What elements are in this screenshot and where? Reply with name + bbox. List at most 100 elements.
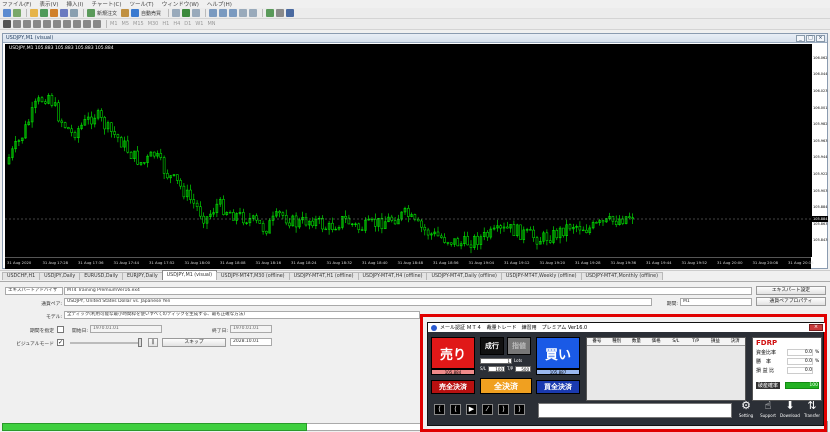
time-axis[interactable]: 31 Aug 2020 31 Aug 17:28 31 Aug 17:36 31 Au… [5, 257, 814, 269]
chart-titlebar[interactable]: USDJPY,M1 (visual) _ □ × [3, 34, 827, 43]
maximize-icon[interactable]: □ [806, 34, 815, 42]
support-icon-button[interactable]: ☝ Support [758, 399, 778, 423]
terminal-icon[interactable] [60, 9, 68, 17]
autoscroll-icon[interactable] [239, 9, 248, 17]
candle-chart-icon[interactable] [182, 9, 191, 17]
new-chart-icon[interactable] [3, 9, 11, 17]
period-mn[interactable]: MN [207, 21, 215, 27]
tp-field[interactable]: 500 [515, 366, 531, 372]
text-icon[interactable] [73, 20, 81, 28]
data-window-icon[interactable] [40, 9, 48, 17]
panel-close-icon[interactable]: × [809, 324, 823, 331]
to-date-field[interactable]: 1970.01.01 [230, 325, 272, 333]
menu-item[interactable]: ウィンドウ(W) [162, 0, 199, 8]
meta-editor-icon[interactable] [121, 9, 130, 17]
period-m30[interactable]: M30 [148, 21, 159, 27]
menu-item[interactable]: 挿入(I) [67, 0, 84, 8]
close-all-sell-button[interactable]: 売全決済 [431, 380, 475, 394]
use-date-checkbox[interactable] [57, 326, 64, 333]
new-order-icon[interactable] [87, 9, 95, 17]
trendline-icon[interactable] [43, 20, 51, 28]
auto-trade-button[interactable]: 自動売買 [141, 10, 161, 17]
indicators-icon[interactable] [266, 9, 275, 17]
chart-tab[interactable]: USDJPY-MT4T,Daily (offline) [426, 272, 502, 280]
sell-button[interactable]: 売り [431, 337, 475, 369]
market-order-button[interactable]: 成行 [480, 337, 504, 355]
menu-item[interactable]: 表示(V) [39, 0, 58, 8]
periods-icon[interactable] [276, 9, 285, 17]
line-chart-icon[interactable] [192, 9, 201, 17]
period-m1[interactable]: M1 [110, 21, 118, 27]
navigator-icon[interactable] [50, 9, 58, 17]
lots-field[interactable]: 1 [480, 358, 512, 364]
speed-slider-handle[interactable] [138, 338, 142, 347]
close-icon[interactable]: × [816, 34, 825, 42]
chart-tab[interactable]: USDJPY,M1 (visual) [161, 270, 218, 280]
chart-tab[interactable]: USDCHF,H1 [2, 272, 41, 280]
from-date-field[interactable]: 1970.01.01 [90, 325, 162, 333]
message-box[interactable] [538, 403, 732, 418]
zoom-out-icon[interactable] [219, 9, 228, 17]
period-m15[interactable]: M15 [133, 21, 144, 27]
symbol-properties-button[interactable]: 通貨ペアプロパティ [756, 297, 826, 306]
limit-order-button[interactable]: 指値 [507, 337, 531, 355]
menu-item[interactable]: チャート(C) [91, 0, 121, 8]
cursor-icon[interactable] [3, 20, 11, 28]
horizontal-line-icon[interactable] [33, 20, 41, 28]
fibonacci-icon[interactable] [63, 20, 71, 28]
model-select[interactable]: 全ティック(利用可能な最小時間枠を使いすべてのティックを生成する、最も正確な方法… [64, 311, 420, 319]
period-m5[interactable]: M5 [122, 21, 130, 27]
tile-windows-icon[interactable] [229, 9, 238, 17]
nav-button[interactable]: ⟨ [450, 404, 461, 415]
minimize-icon[interactable]: _ [796, 34, 805, 42]
download-icon-button[interactable]: ⬇ Download [780, 399, 800, 423]
chart-plot-area[interactable]: USDJPY,M1 105.883 105.883 105.883 105.88… [5, 44, 811, 257]
nav-button[interactable]: ▶ [466, 404, 477, 415]
chart-tab[interactable]: USDJPY-MT4T,H1 (offline) [288, 272, 359, 280]
new-order-button[interactable]: 新規注文 [97, 10, 117, 17]
menu-item[interactable]: ツール(T) [130, 0, 154, 8]
crosshair-icon[interactable] [13, 20, 21, 28]
ea-type-select[interactable]: エキスパートアドバイザ [5, 287, 63, 295]
panel-titlebar[interactable]: メール認証 ＭＴ４ 裁量トレード 練習用 プレミアム Ver16.0 × [428, 323, 825, 332]
chart-tab[interactable]: EURJPY,Daily [122, 272, 163, 280]
tester-icon[interactable] [70, 9, 78, 17]
bar-chart-icon[interactable] [172, 9, 181, 17]
speed-slider-track[interactable] [70, 342, 142, 344]
market-watch-icon[interactable] [30, 9, 38, 17]
close-all-buy-button[interactable]: 買全決済 [536, 380, 580, 394]
visual-mode-checkbox[interactable]: ✓ [57, 339, 64, 346]
menu-item[interactable]: ファイル(F) [2, 0, 31, 8]
chart-tab[interactable]: USDJPY-MT4T,M30 (offline) [216, 272, 290, 280]
nav-button[interactable]: ⁄ [482, 404, 493, 415]
symbol-select[interactable]: USDJPY, United States Dollar vs. Japanes… [64, 298, 652, 306]
chart-tab[interactable]: USDJPY-MT4T,Monthly (offline) [580, 272, 663, 280]
chart-tab[interactable]: USDJPY,Daily [39, 272, 81, 280]
zoom-in-icon[interactable] [209, 9, 218, 17]
buy-button[interactable]: 買い [536, 337, 580, 369]
setting-icon-button[interactable]: ⚙ Setting [736, 399, 756, 423]
sl-field[interactable]: 100 [488, 366, 505, 372]
nav-button[interactable]: ⟩ [514, 404, 525, 415]
chart-tab[interactable]: EURUSD,Daily [79, 272, 123, 280]
nav-button[interactable]: ⟩ [498, 404, 509, 415]
close-all-button[interactable]: 全決済 [480, 378, 532, 394]
vertical-line-icon[interactable] [23, 20, 31, 28]
ea-name-select[interactable]: MT4 Training PremiumVer16.ex4 [64, 287, 752, 295]
period-h1[interactable]: H1 [162, 21, 169, 27]
price-axis[interactable]: 106.062 106.044 106.023 106.001 105.982 105.9… [811, 44, 828, 257]
label-icon[interactable] [83, 20, 91, 28]
skip-button[interactable]: スキップ [162, 338, 226, 347]
pause-button[interactable]: || [148, 338, 158, 347]
chart-shift-icon[interactable] [249, 9, 258, 17]
auto-trade-icon[interactable] [131, 9, 140, 17]
period-select[interactable]: M1 [680, 298, 752, 306]
period-d1[interactable]: D1 [184, 21, 191, 27]
nav-button[interactable]: ⟨ [434, 404, 445, 415]
period-h4[interactable]: H4 [173, 21, 180, 27]
templates-icon[interactable] [286, 9, 295, 17]
arrows-icon[interactable] [93, 20, 101, 28]
profiles-icon[interactable] [13, 9, 21, 17]
skip-date-field[interactable]: 2028.10.01 [230, 338, 272, 346]
menu-item[interactable]: ヘルプ(H) [207, 0, 232, 8]
